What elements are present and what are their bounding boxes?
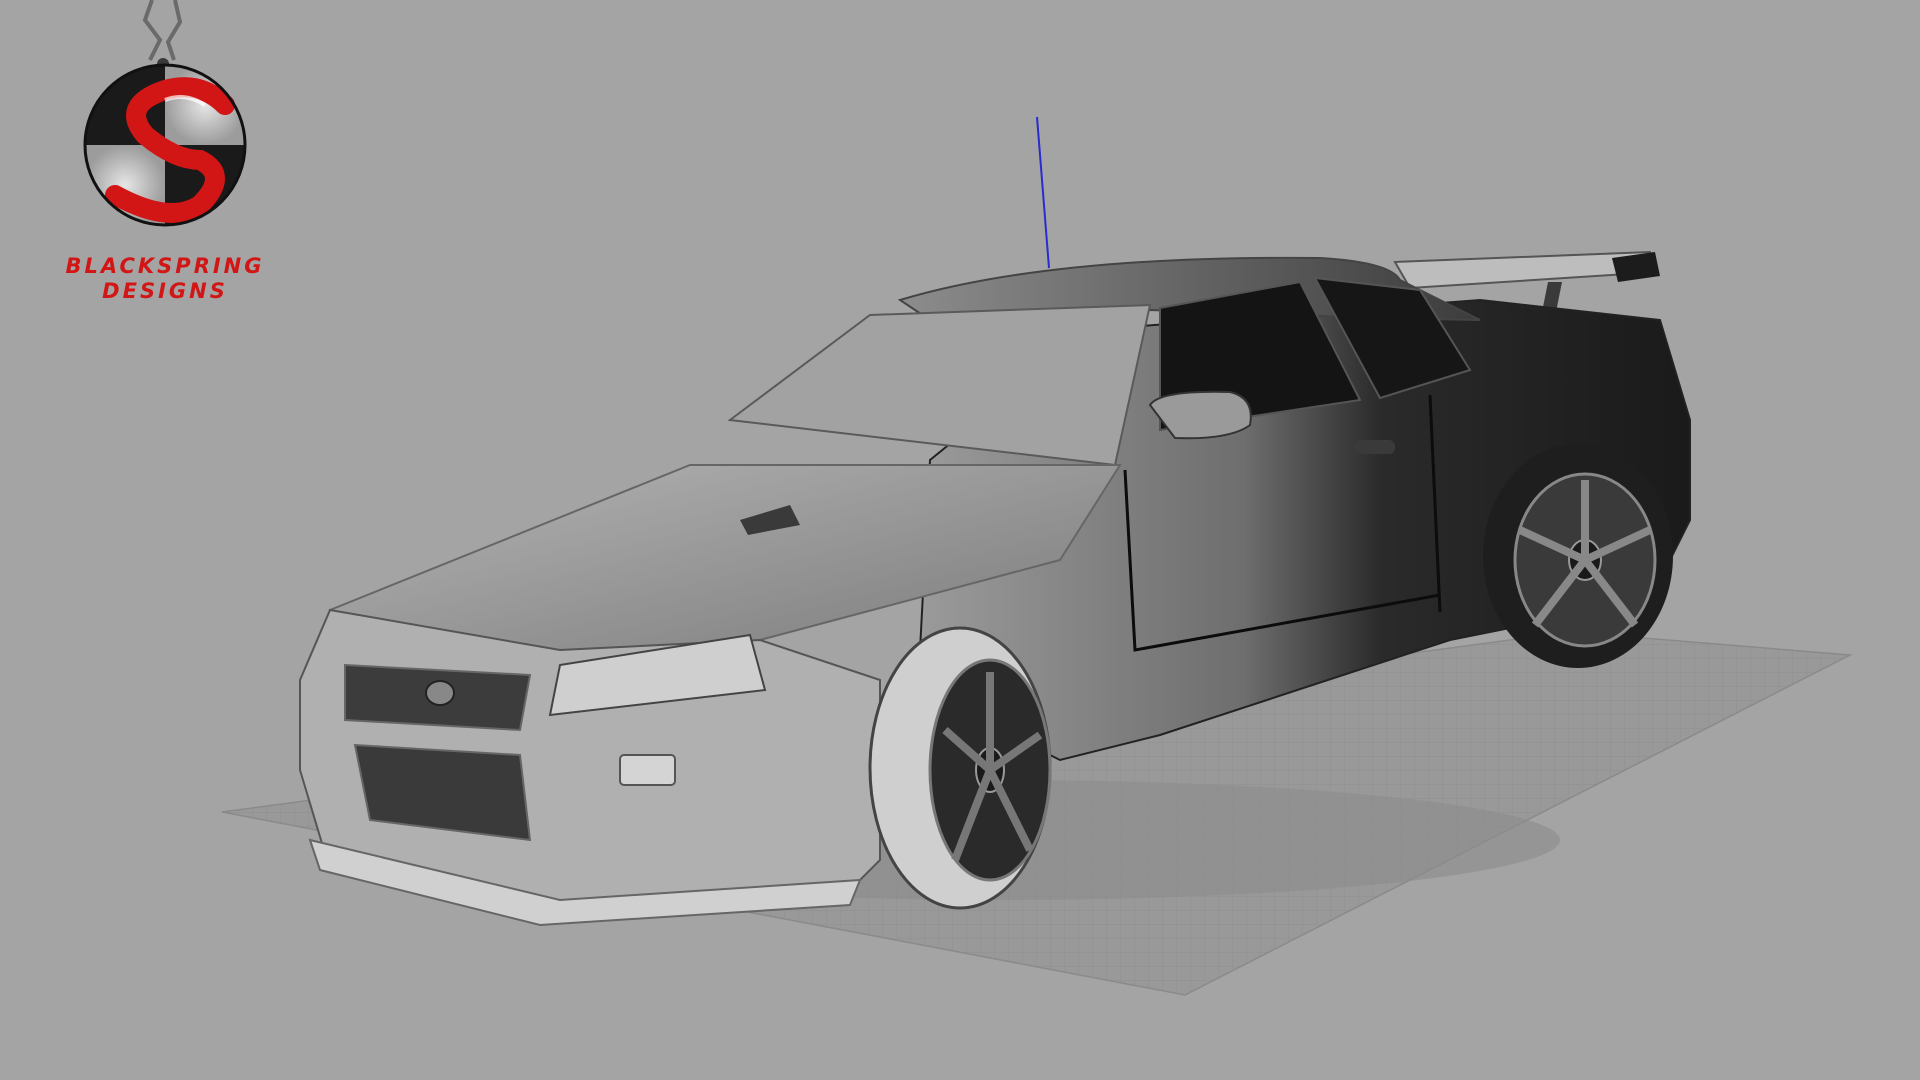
brand-name-line1: BLACKSPRING — [65, 254, 265, 278]
s-pendant-logo-icon — [83, 0, 247, 227]
3d-viewport[interactable]: BLACKSPRING DESIGNS — [0, 0, 1920, 1080]
brand-name-line2: DESIGNS — [102, 279, 228, 303]
front-wheel — [868, 626, 1052, 910]
z-axis-line — [1036, 116, 1050, 269]
car-model[interactable] — [299, 250, 1691, 927]
viewport-scene[interactable] — [0, 0, 1920, 1080]
rear-wheel — [1483, 444, 1673, 668]
